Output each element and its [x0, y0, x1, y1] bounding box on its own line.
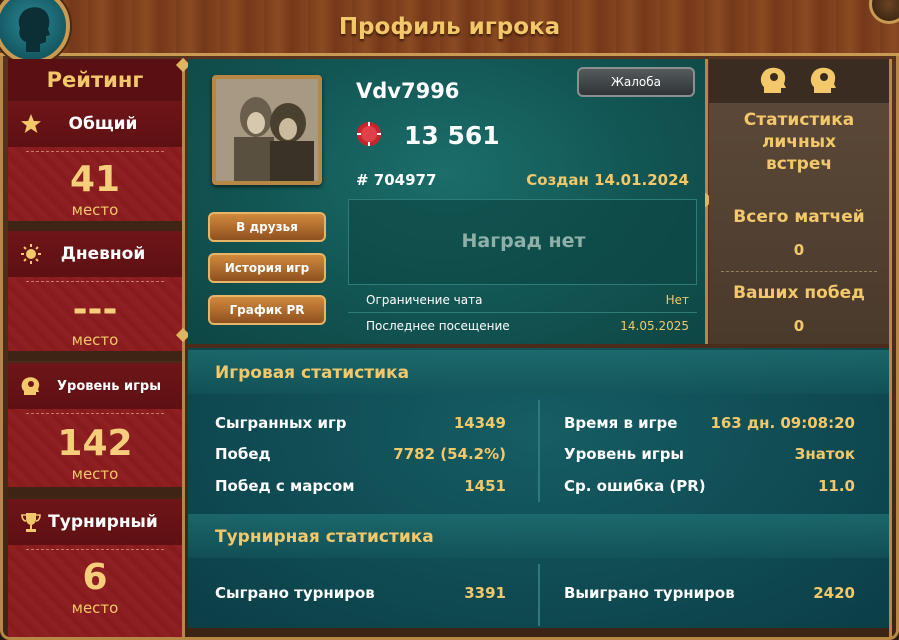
stat-value: 14349 [453, 414, 506, 432]
complaint-button[interactable]: Жалоба [577, 67, 695, 97]
awards-box: Наград нет [348, 199, 697, 285]
tournaments-played-value: 3391 [464, 584, 506, 602]
head-gear-icon [21, 377, 40, 395]
rating-tournament: Турнирный 6 место [8, 499, 182, 637]
stat-label: Сыгранных игр [215, 414, 347, 432]
tournaments-won-label: Выиграно турниров [564, 584, 735, 602]
profile-photo [212, 75, 322, 185]
user-silhouette-icon [18, 7, 50, 52]
rating-value: 41 [69, 159, 121, 200]
rating-value: 6 [82, 557, 108, 598]
divider [182, 59, 185, 637]
last-visit-row: Последнее посещение 14.05.2025 [366, 319, 689, 333]
stat-label: Время в игре [564, 414, 678, 432]
rating-label: Турнирный [48, 512, 158, 532]
chat-limit-row: Ограничение чата Нет [366, 293, 689, 307]
player-id: # 704977 [356, 171, 437, 189]
head-gear-icon [760, 67, 786, 93]
player-rating: 13 561 [404, 121, 500, 150]
game-stats-header: Игровая статистика [188, 350, 889, 394]
chat-limit-label: Ограничение чата [366, 293, 483, 307]
tournament-stats-title: Турнирная статистика [215, 527, 434, 547]
stat-value: 163 дн. 09:08:20 [710, 414, 855, 432]
game-history-button[interactable]: История игр [208, 253, 326, 283]
divider [889, 59, 892, 637]
rating-chip-icon [357, 122, 381, 146]
stats-panel: Игровая статистика Сыгранных игр 14349 П… [188, 348, 889, 628]
star-icon [21, 114, 41, 133]
sun-icon [21, 244, 41, 264]
rating-unit: место [71, 465, 119, 483]
stat-label: Уровень игры [564, 445, 684, 463]
stat-value: 11.0 [817, 477, 855, 495]
stat-value: 7782 (54.2%) [393, 445, 506, 463]
tournaments-played-label: Сыграно турниров [215, 584, 375, 602]
rating-unit: место [71, 331, 119, 349]
rating-value: 142 [57, 423, 133, 464]
rating-label: Общий [68, 114, 138, 134]
rating-value: --- [72, 289, 118, 330]
h2h-title: Статистика личных встреч [743, 110, 855, 174]
stat-value: 1451 [464, 477, 506, 495]
rating-daily: Дневной --- место [8, 231, 182, 351]
stat-label: Ср. ошибка (PR) [564, 477, 706, 495]
stat-value: Знаток [794, 445, 855, 463]
head-to-head-panel: Статистика личных встреч Всего матчей 0 … [709, 59, 889, 344]
h2h-wins-label: Ваших побед [733, 283, 865, 303]
rating-unit: место [71, 201, 119, 219]
h2h-total-value: 0 [793, 241, 805, 259]
rating-skill-level: Уровень игры 142 место [8, 363, 182, 487]
head-gear-icon [810, 67, 836, 93]
game-stats-title: Игровая статистика [215, 363, 410, 383]
player-nickname: Vdv7996 [356, 79, 460, 103]
h2h-wins-value: 0 [793, 317, 805, 335]
stat-label: Побед [215, 445, 271, 463]
tournaments-won-value: 2420 [813, 584, 855, 602]
rating-label: Уровень игры [57, 378, 161, 394]
trophy-icon [21, 513, 41, 532]
rating-unit: место [71, 599, 119, 617]
rating-column: Рейтинг Общий 41 место Дневной --- место… [8, 59, 182, 637]
account-created-date: Создан 14.01.2024 [526, 171, 689, 189]
last-visit-value: 14.05.2025 [620, 319, 689, 333]
profile-card: Vdv7996 13 561 # 704977 Создан 14.01.202… [188, 59, 705, 344]
rating-label: Дневной [60, 244, 146, 264]
last-visit-label: Последнее посещение [366, 319, 510, 333]
add-friend-button[interactable]: В друзья [208, 212, 326, 242]
pr-chart-button[interactable]: График PR [208, 295, 326, 325]
h2h-total-label: Всего матчей [733, 207, 865, 227]
tournament-stats-header: Турнирная статистика [188, 514, 889, 558]
page-title: Профиль игрока [338, 14, 561, 40]
awards-empty-text: Наград нет [461, 230, 586, 252]
stat-label: Побед с марсом [215, 477, 355, 495]
rating-overall: Общий 41 место [8, 101, 182, 221]
chat-limit-value: Нет [665, 293, 689, 307]
rating-heading: Рейтинг [8, 59, 182, 101]
